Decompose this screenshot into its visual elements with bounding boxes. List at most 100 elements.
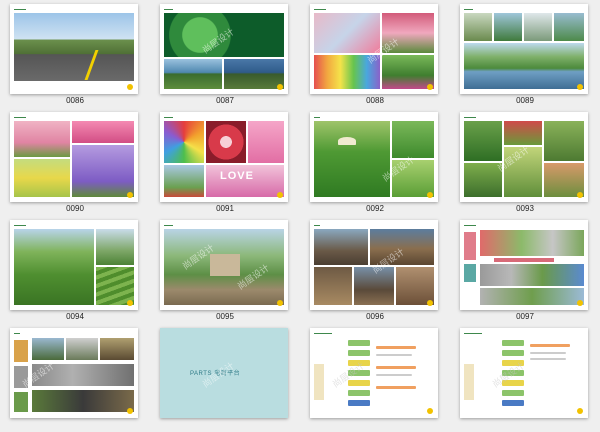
house-shape <box>210 254 240 276</box>
slide-title: ▬▬ <box>314 115 320 119</box>
slide-number: 0093 <box>516 204 534 213</box>
red-tunnel-photo <box>206 121 246 163</box>
flow-box <box>502 370 524 376</box>
slide-thumbnail[interactable]: ▬▬ 尚层设计 <box>310 220 438 310</box>
facility-photo-4 <box>32 364 134 386</box>
slide-title: ▬▬ <box>14 331 20 335</box>
slide-thumbnail[interactable]: ▬▬▬▬ <box>460 220 588 310</box>
slide-number: 0096 <box>366 312 384 321</box>
slide-number: 0087 <box>216 96 234 105</box>
umbrella-photo <box>382 13 434 53</box>
old-street-photo-3 <box>314 267 352 305</box>
slide-thumbnail[interactable]: ▬▬ 尚层设计 <box>310 112 438 202</box>
slide-card-row4-3[interactable]: ▬▬▬▬▬▬ 尚层设计 <box>300 324 450 432</box>
accent-dot <box>127 192 133 198</box>
slide-title: ▬▬▬▬▬▬ <box>314 331 332 335</box>
slide-number: 0089 <box>516 96 534 105</box>
slide-number: 0097 <box>516 312 534 321</box>
slide-thumbnail[interactable]: ▬▬▬▬▬▬ 尚层设计 <box>460 328 588 418</box>
slide-card-0097[interactable]: ▬▬▬▬ 0097 <box>450 216 600 324</box>
slide-card-0094[interactable]: ▬▬▬▬ 0094 <box>0 216 150 324</box>
slide-card-0093[interactable]: ▬▬▬▬ 尚层设计 0093 <box>450 108 600 216</box>
flow-text <box>376 374 412 376</box>
slide-thumbnail[interactable]: ▬▬▬▬ 尚层设计 <box>310 4 438 94</box>
people-photo-3 <box>524 13 552 41</box>
slide-card-0095[interactable]: ▬▬▬ 尚层设计 尚层设计 0095 <box>150 216 300 324</box>
flow-text <box>376 346 416 349</box>
accent-dot <box>427 84 433 90</box>
slide-number: 0092 <box>366 204 384 213</box>
slide-card-0087[interactable]: ▬▬▬ 尚层设计 0087 <box>150 0 300 108</box>
harvest-photo-1 <box>464 121 502 161</box>
flow-side-label <box>464 364 474 400</box>
accent-dot <box>277 192 283 198</box>
slide-card-0096[interactable]: ▬▬ 尚层设计 0096 <box>300 216 450 324</box>
people-photo-4 <box>554 13 584 41</box>
slide-card-0090[interactable]: ▬▬▬▬ 0090 <box>0 108 150 216</box>
slide-number: 0090 <box>66 204 84 213</box>
flow-box <box>348 340 370 346</box>
flow-box <box>348 400 370 406</box>
flow-text <box>530 344 570 347</box>
accent-dot <box>277 84 283 90</box>
pink-field-photo <box>14 121 70 157</box>
path-photo-1 <box>480 230 584 256</box>
slide-number: 0095 <box>216 312 234 321</box>
slide-number: 0091 <box>216 204 234 213</box>
slide-title: ▬▬▬▬ <box>464 115 476 119</box>
slide-thumbnail[interactable]: ▬▬▬▬ <box>10 4 138 94</box>
flow-side-label <box>314 364 324 400</box>
slide-card-0086[interactable]: ▬▬▬▬ 0086 <box>0 0 150 108</box>
slide-number: 0088 <box>366 96 384 105</box>
slide-card-0092[interactable]: ▬▬ 尚层设计 0092 <box>300 108 450 216</box>
slide-thumbnail[interactable]: PARTS 电商平台 尚层设计 <box>160 328 288 418</box>
slide-title: ▬▬▬▬ <box>314 7 326 11</box>
flow-box <box>348 360 370 366</box>
flow-box <box>502 360 524 366</box>
flow-box <box>502 390 524 396</box>
facility-photo-3 <box>100 338 134 360</box>
slide-thumbnail[interactable]: ▬▬▬ <box>460 4 588 94</box>
slide-card-row4-1[interactable]: ▬▬ 尚层设计 <box>0 324 150 432</box>
slide-card-0088[interactable]: ▬▬▬▬ 尚层设计 0088 <box>300 0 450 108</box>
slide-title: ▬▬▬▬ <box>14 7 26 11</box>
slide-title: ▬▬▬ <box>464 7 473 11</box>
slide-thumbnail[interactable]: ▬▬▬ LOVE <box>160 112 288 202</box>
slide-thumbnail[interactable]: ▬▬▬▬ <box>10 112 138 202</box>
facility-photo-5 <box>32 390 134 412</box>
accent-dot <box>577 192 583 198</box>
slide-title: ▬▬▬▬ <box>14 223 26 227</box>
slide-title: ▬▬ <box>314 223 320 227</box>
flow-box <box>502 380 524 386</box>
slide-thumbnail[interactable]: ▬▬ 尚层设计 <box>10 328 138 418</box>
people-photo-1 <box>464 13 492 41</box>
slide-card-row4-2[interactable]: PARTS 电商平台 尚层设计 <box>150 324 300 432</box>
flow-text <box>530 358 566 360</box>
flow-box <box>348 390 370 396</box>
flow-text <box>376 386 416 389</box>
love-text: LOVE <box>220 170 254 182</box>
slide-thumbnail[interactable]: ▬▬▬▬ <box>10 220 138 310</box>
aerial-garden-photo <box>164 13 284 57</box>
picker-hat <box>338 137 356 145</box>
slide-thumbnail[interactable]: ▬▬▬ 尚层设计 <box>160 4 288 94</box>
slide-card-row4-4[interactable]: ▬▬▬▬▬▬ 尚层设计 <box>450 324 600 432</box>
flow-box <box>502 340 524 346</box>
slide-thumbnail[interactable]: ▬▬▬▬ 尚层设计 <box>460 112 588 202</box>
road-photo <box>14 13 134 81</box>
slide-thumbnail[interactable]: ▬▬▬ 尚层设计 尚层设计 <box>160 220 288 310</box>
slide-number: 0086 <box>66 96 84 105</box>
side-tab-green <box>14 392 28 412</box>
tea-field-photo-1 <box>392 121 434 158</box>
side-tab-teal <box>464 264 476 282</box>
flower-street-photo <box>382 55 434 89</box>
slide-card-0089[interactable]: ▬▬▬ 0089 <box>450 0 600 108</box>
accent-dot <box>427 300 433 306</box>
slide-number: 0094 <box>66 312 84 321</box>
mountain-photo <box>96 229 134 265</box>
slide-card-0091[interactable]: ▬▬▬ LOVE 0091 <box>150 108 300 216</box>
thumbnail-grid: ▬▬▬▬ 0086 ▬▬▬ 尚层设计 0087 ▬▬▬▬ 尚层设计 0088 ▬… <box>0 0 600 424</box>
terrace-field-photo <box>14 229 94 305</box>
slide-thumbnail[interactable]: ▬▬▬▬▬▬ 尚层设计 <box>310 328 438 418</box>
accent-dot <box>427 408 433 414</box>
